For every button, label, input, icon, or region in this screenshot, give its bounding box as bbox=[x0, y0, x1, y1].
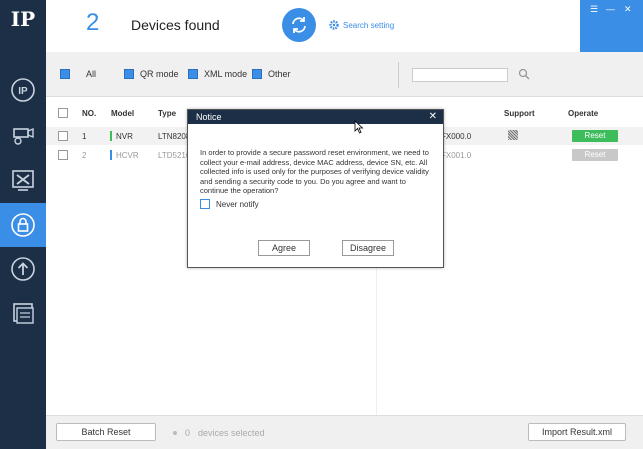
filter-divider bbox=[398, 62, 399, 88]
refresh-button[interactable] bbox=[282, 8, 316, 42]
search-setting-label: Search setting bbox=[343, 20, 395, 30]
filter-xml[interactable]: XML mode bbox=[188, 69, 247, 79]
filter-all-checkbox[interactable] bbox=[60, 69, 70, 79]
row-checkbox[interactable] bbox=[58, 150, 68, 160]
header: 2 Devices found Search setting ☰ — ✕ bbox=[46, 0, 643, 52]
lock-reset-icon bbox=[11, 213, 35, 237]
row-checkbox[interactable] bbox=[58, 131, 68, 141]
qr-code-icon[interactable] bbox=[508, 130, 518, 140]
col-support: Support bbox=[504, 109, 535, 118]
never-notify-label: Never notify bbox=[216, 199, 259, 209]
tools-icon bbox=[12, 170, 34, 191]
model-indicator bbox=[110, 131, 112, 141]
refresh-icon bbox=[292, 17, 306, 33]
select-all-checkbox[interactable] bbox=[58, 108, 68, 118]
batch-reset-button[interactable]: Batch Reset bbox=[56, 423, 156, 441]
never-notify-checkbox[interactable] bbox=[200, 199, 210, 209]
row-model: HCVR bbox=[116, 151, 139, 160]
disagree-button[interactable]: Disagree bbox=[342, 240, 394, 256]
row-version: FX000.0 bbox=[441, 132, 472, 141]
row-no: 2 bbox=[82, 151, 87, 160]
model-indicator bbox=[110, 150, 112, 160]
row-no: 1 bbox=[82, 132, 87, 141]
dialog-message: In order to provide a secure password re… bbox=[200, 148, 429, 195]
filter-other-checkbox[interactable] bbox=[252, 69, 262, 79]
import-result-button[interactable]: Import Result.xml bbox=[528, 423, 626, 441]
document-list-icon bbox=[13, 303, 34, 324]
sidebar-item-ip[interactable]: IP bbox=[0, 68, 46, 112]
agree-button[interactable]: Agree bbox=[258, 240, 310, 256]
row-type: LTD5216 bbox=[158, 151, 191, 160]
ip-icon: IP bbox=[11, 78, 35, 102]
filter-qr-label: QR mode bbox=[140, 69, 179, 79]
footer: Batch Reset 0 devices selected Import Re… bbox=[46, 415, 643, 449]
search-setting-link[interactable]: Search setting bbox=[328, 19, 394, 31]
sidebar-item-list[interactable] bbox=[0, 290, 46, 334]
search-input[interactable] bbox=[412, 68, 508, 82]
minimize-icon[interactable]: — bbox=[606, 4, 615, 14]
dialog-title-bar: Notice ✕ bbox=[188, 110, 443, 124]
app-logo: IP bbox=[10, 7, 36, 31]
status-dot bbox=[173, 431, 177, 435]
mouse-cursor-icon bbox=[354, 120, 364, 134]
filter-other[interactable]: Other bbox=[252, 69, 291, 79]
filter-qr-checkbox[interactable] bbox=[124, 69, 134, 79]
reset-button-disabled[interactable]: Reset bbox=[572, 149, 618, 161]
filter-all[interactable]: All bbox=[60, 69, 96, 79]
window-controls: ☰ — ✕ bbox=[580, 0, 643, 52]
selected-label: devices selected bbox=[198, 428, 265, 438]
row-type: LTN8208 bbox=[158, 132, 191, 141]
col-model: Model bbox=[111, 109, 135, 118]
gear-icon bbox=[329, 20, 339, 30]
page-title: Devices found bbox=[131, 17, 220, 33]
svg-text:IP: IP bbox=[18, 86, 28, 97]
filter-xml-label: XML mode bbox=[204, 69, 248, 79]
filter-other-label: Other bbox=[268, 69, 291, 79]
sidebar-item-tools[interactable] bbox=[0, 158, 46, 202]
col-no: NO. bbox=[82, 109, 97, 118]
notice-dialog: Notice ✕ In order to provide a secure pa… bbox=[187, 109, 444, 268]
col-operate: Operate bbox=[568, 109, 599, 118]
filter-bar: All QR mode XML mode Other bbox=[46, 52, 643, 97]
row-model: NVR bbox=[116, 132, 133, 141]
filter-xml-checkbox[interactable] bbox=[188, 69, 198, 79]
selection-status: 0 devices selected bbox=[173, 428, 265, 438]
dialog-title: Notice bbox=[196, 112, 222, 122]
sidebar-item-password-reset[interactable] bbox=[0, 203, 46, 247]
upload-icon bbox=[11, 257, 35, 281]
col-type: Type bbox=[158, 109, 177, 118]
search-icon[interactable] bbox=[518, 68, 530, 80]
sidebar-item-upgrade[interactable] bbox=[0, 247, 46, 291]
never-notify-option[interactable]: Never notify bbox=[200, 199, 259, 209]
filter-qr[interactable]: QR mode bbox=[124, 69, 179, 79]
sidebar-item-camera[interactable] bbox=[0, 112, 46, 156]
close-icon[interactable]: ✕ bbox=[624, 4, 632, 15]
left-sidebar: IP IP bbox=[0, 0, 46, 449]
selected-count: 0 bbox=[185, 428, 191, 438]
dialog-close-icon[interactable]: ✕ bbox=[429, 110, 437, 124]
device-count: 2 bbox=[86, 9, 100, 36]
menu-icon[interactable]: ☰ bbox=[590, 4, 598, 15]
filter-all-label: All bbox=[86, 69, 97, 79]
camera-gear-icon bbox=[13, 127, 34, 145]
row-version: FX001.0 bbox=[441, 151, 472, 160]
reset-button[interactable]: Reset bbox=[572, 130, 618, 142]
